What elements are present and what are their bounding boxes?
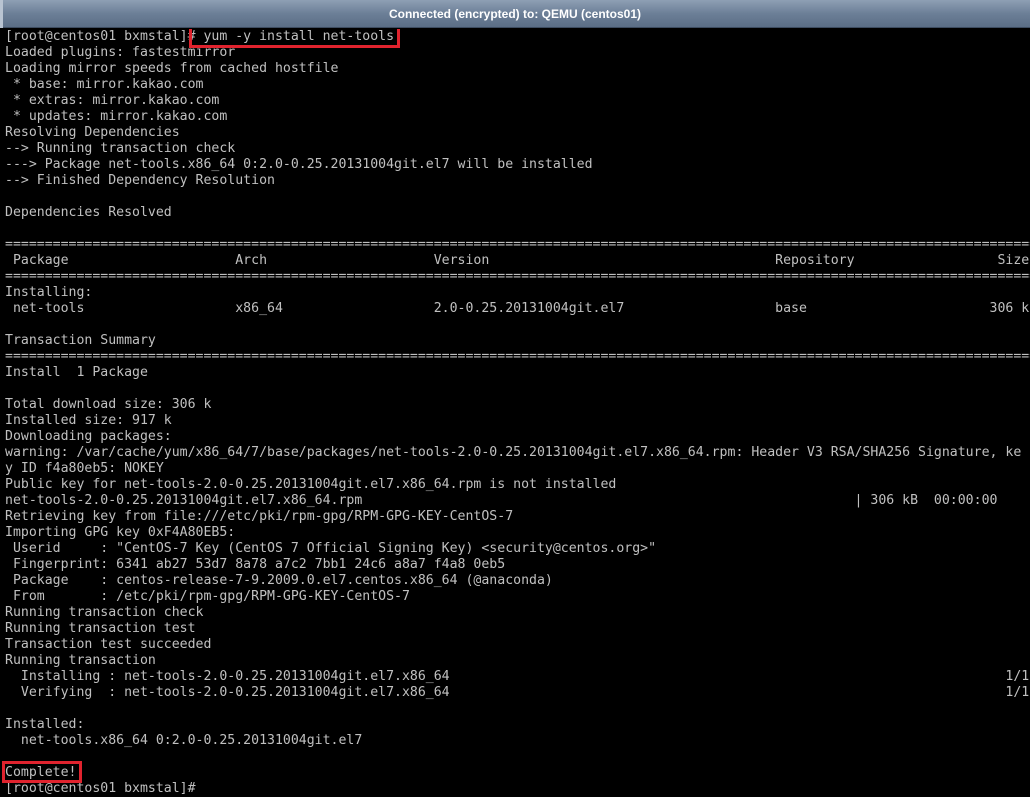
terminal-line: * base: mirror.kakao.com [5,77,204,92]
terminal-line: Installing : net-tools-2.0-0.25.20131004… [5,669,1030,684]
titlebar-edge [0,0,3,28]
terminal-line: [root@centos01 bxmstal]# [5,781,196,796]
terminal-line: Total download size: 306 k [5,397,212,412]
terminal-line: Install 1 Package [5,365,148,380]
terminal-line: Fingerprint: 6341 ab27 53d7 8a78 a7c2 7b… [5,557,506,572]
terminal-line: net-tools x86_64 2.0-0.25.20131004git.el… [5,301,1030,316]
terminal-line: net-tools-2.0-0.25.20131004git.el7.x86_6… [5,493,998,508]
terminal-line: ========================================… [5,349,1030,364]
terminal-line: Installed: [5,717,85,732]
terminal-line: y ID f4a80eb5: NOKEY [5,461,164,476]
terminal-line: Resolving Dependencies [5,125,180,140]
terminal-line: Loading mirror speeds from cached hostfi… [5,61,339,76]
terminal-line: --> Finished Dependency Resolution [5,173,275,188]
terminal-line: Verifying : net-tools-2.0-0.25.20131004g… [5,685,1030,700]
terminal-line: Transaction test succeeded [5,637,212,652]
terminal-line: Downloading packages: [5,429,172,444]
terminal-line: Installed size: 917 k [5,413,172,428]
terminal-line: * updates: mirror.kakao.com [5,109,228,124]
terminal-console[interactable]: [root@centos01 bxmstal]# yum -y install … [0,29,1030,797]
terminal-line: * extras: mirror.kakao.com [5,93,220,108]
terminal-line: Installing: [5,285,93,300]
terminal-line: [root@centos01 bxmstal]# yum -y install … [5,29,395,44]
terminal-line: net-tools.x86_64 0:2.0-0.25.20131004git.… [5,733,363,748]
window-titlebar[interactable]: Connected (encrypted) to: QEMU (centos01… [0,0,1030,28]
terminal-line: Package Arch Version Repository Size [5,253,1030,268]
terminal-line: Loaded plugins: fastestmirror [5,45,236,60]
terminal-line: Running transaction [5,653,156,668]
terminal-line: Package : centos-release-7-9.2009.0.el7.… [5,573,553,588]
terminal-line: --> Running transaction check [5,141,236,156]
terminal-line: Dependencies Resolved [5,205,172,220]
terminal-line: Public key for net-tools-2.0-0.25.201310… [5,477,617,492]
terminal-line: ========================================… [5,237,1030,252]
terminal-line: Transaction Summary [5,333,156,348]
terminal-line: Importing GPG key 0xF4A80EB5: [5,525,236,540]
terminal-line: ---> Package net-tools.x86_64 0:2.0-0.25… [5,157,593,172]
terminal-line: Retrieving key from file:///etc/pki/rpm-… [5,509,514,524]
terminal-line: Userid : "CentOS-7 Key (CentOS 7 Officia… [5,541,657,556]
window-title: Connected (encrypted) to: QEMU (centos01… [388,6,642,21]
terminal-line: warning: /var/cache/yum/x86_64/7/base/pa… [5,445,1022,460]
terminal-line: Complete! [5,765,77,780]
terminal-line: Running transaction check [5,605,204,620]
terminal-line: ========================================… [5,269,1030,284]
terminal-line: Running transaction test [5,621,196,636]
terminal-line: From : /etc/pki/rpm-gpg/RPM-GPG-KEY-Cent… [5,589,410,604]
